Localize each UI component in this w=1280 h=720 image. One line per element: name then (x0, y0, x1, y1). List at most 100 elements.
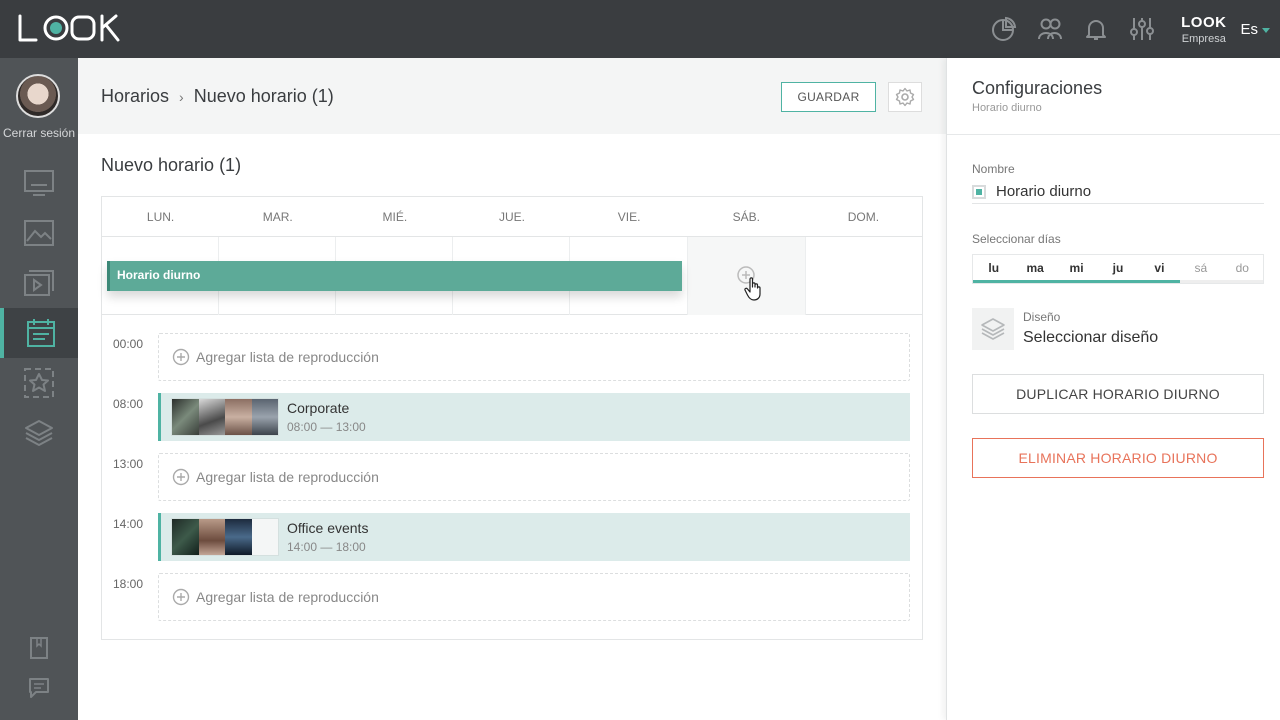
breadcrumb: Horarios › Nuevo horario (1) (101, 86, 334, 107)
slot-time: 00:00 (113, 337, 144, 351)
logout-link[interactable]: Cerrar sesión (0, 126, 78, 140)
time-slot: 14:00 Office events 14:00 — 18:00 (102, 513, 922, 561)
look-logo[interactable] (16, 12, 136, 44)
sliders-icon[interactable] (1129, 16, 1155, 42)
analytics-pie-icon[interactable] (991, 16, 1017, 42)
weekly-schedule: LUN. MAR. MIÉ. JUE. VIE. SÁB. DOM. Horar… (101, 196, 923, 640)
language-label: Es (1240, 20, 1258, 38)
name-field[interactable]: Horario diurno (972, 180, 1264, 204)
color-swatch[interactable] (972, 184, 986, 199)
top-icons: LOOK Empresa Es (991, 0, 1280, 58)
settings-panel: Configuraciones Horario diurno Nombre Ho… (946, 58, 1280, 720)
design-label: Diseño (1023, 310, 1061, 324)
sidebar-item-favorites[interactable] (0, 358, 78, 408)
playlist-info: Office events 14:00 — 18:00 (287, 520, 368, 554)
day-schedule-bar[interactable]: Horario diurno (107, 261, 682, 291)
day-toggle-vi[interactable]: vi (1138, 255, 1181, 283)
day-toggle-mi[interactable]: mi (1055, 255, 1098, 283)
sidebar-item-images[interactable] (0, 208, 78, 258)
header-bar: Horarios › Nuevo horario (1) GUARDAR (78, 58, 946, 134)
bell-icon[interactable] (1083, 16, 1109, 42)
slot-time: 14:00 (113, 517, 144, 531)
day-selector: lu ma mi ju vi sá do (972, 254, 1264, 284)
layers-icon (25, 420, 53, 446)
slot-time: 18:00 (113, 577, 144, 591)
sidebar-item-layouts[interactable] (0, 408, 78, 458)
gear-icon (895, 87, 915, 107)
layers-icon (981, 318, 1005, 340)
playlist-name: Corporate (287, 400, 350, 416)
playlist-thumbnails (171, 398, 279, 436)
playlist-time-range: 14:00 — 18:00 (287, 540, 366, 554)
users-icon[interactable] (1037, 16, 1063, 42)
playlist-thumbnails (171, 518, 279, 556)
book-icon (30, 637, 48, 659)
main-content: Horarios › Nuevo horario (1) GUARDAR Nue… (78, 58, 946, 720)
star-frame-icon (24, 368, 54, 398)
company-account[interactable]: LOOK Empresa (1181, 14, 1226, 45)
avatar[interactable] (16, 74, 60, 118)
breadcrumb-root[interactable]: Horarios (101, 86, 169, 107)
day-toggle-do[interactable]: do (1221, 255, 1263, 283)
breadcrumb-current: Nuevo horario (1) (193, 86, 334, 106)
panel-subtitle: Horario diurno (972, 102, 1042, 114)
slot-time: 08:00 (113, 397, 144, 411)
sidebar-item-screens[interactable] (0, 158, 78, 208)
time-slot: 00:00 Agregar lista de reproducción (102, 333, 922, 381)
add-circle-icon (172, 588, 190, 606)
thumbnail (198, 519, 225, 555)
thumbnail (225, 399, 252, 435)
thumbnail (251, 519, 278, 555)
delete-day-schedule-button[interactable]: ELIMINAR HORARIO DIURNO (972, 438, 1264, 478)
name-label: Nombre (972, 162, 1015, 176)
playlist-name: Office events (287, 520, 369, 536)
add-playlist-label: Agregar lista de reproducción (196, 349, 379, 365)
playlist-info: Corporate 08:00 — 13:00 (287, 400, 366, 434)
day-mon: LUN. (146, 210, 175, 224)
day-toggle-lu[interactable]: lu (973, 255, 1015, 283)
sidebar-item-playlists[interactable] (0, 258, 78, 308)
duplicate-day-schedule-button[interactable]: DUPLICAR HORARIO DIURNO (972, 374, 1264, 414)
add-playlist-button[interactable]: Agregar lista de reproducción (158, 573, 910, 621)
time-slot: 08:00 Corporate 08:00 — 13:00 (102, 393, 922, 441)
sidebar-item-schedules[interactable] (0, 308, 78, 358)
day-cell-sun[interactable] (806, 237, 922, 315)
design-selector[interactable]: Diseño Seleccionar diseño (972, 308, 1264, 352)
page-title: Nuevo horario (1) (101, 155, 242, 175)
day-thu: JUE. (498, 210, 525, 224)
day-wed: MIÉ. (382, 210, 408, 224)
add-playlist-button[interactable]: Agregar lista de reproducción (158, 333, 910, 381)
design-value: Seleccionar diseño (1023, 329, 1159, 346)
add-circle-icon (172, 348, 190, 366)
brand-role: Empresa (1181, 32, 1226, 45)
day-toggle-ma[interactable]: ma (1014, 255, 1056, 283)
add-circle-icon (172, 468, 190, 486)
playlist-item[interactable]: Corporate 08:00 — 13:00 (158, 393, 910, 441)
calendar-icon (27, 319, 55, 347)
day-fri: VIE. (617, 210, 641, 224)
thumbnail (172, 519, 199, 555)
monitor-icon (24, 170, 54, 196)
save-button[interactable]: GUARDAR (781, 82, 876, 112)
day-tue: MAR. (262, 210, 293, 224)
slot-time: 13:00 (113, 457, 144, 471)
layers-icon-box (972, 308, 1014, 350)
day-sun: DOM. (847, 210, 880, 224)
time-slot: 18:00 Agregar lista de reproducción (102, 573, 922, 621)
language-selector[interactable]: Es (1240, 21, 1270, 38)
sidebar-item-chat[interactable] (0, 663, 78, 713)
thumbnail (198, 399, 225, 435)
settings-button[interactable] (888, 82, 922, 112)
panel-title: Configuraciones (972, 78, 1103, 98)
thumbnail (251, 399, 278, 435)
add-playlist-label: Agregar lista de reproducción (196, 589, 379, 605)
sidebar: Cerrar sesión (0, 58, 78, 720)
playlist-time-range: 08:00 — 13:00 (287, 420, 366, 434)
day-toggle-sa[interactable]: sá (1180, 255, 1222, 283)
time-slot: 13:00 Agregar lista de reproducción (102, 453, 922, 501)
add-playlist-label: Agregar lista de reproducción (196, 469, 379, 485)
playlist-item[interactable]: Office events 14:00 — 18:00 (158, 513, 910, 561)
chevron-down-icon (1262, 28, 1270, 33)
add-playlist-button[interactable]: Agregar lista de reproducción (158, 453, 910, 501)
day-toggle-ju[interactable]: ju (1097, 255, 1139, 283)
